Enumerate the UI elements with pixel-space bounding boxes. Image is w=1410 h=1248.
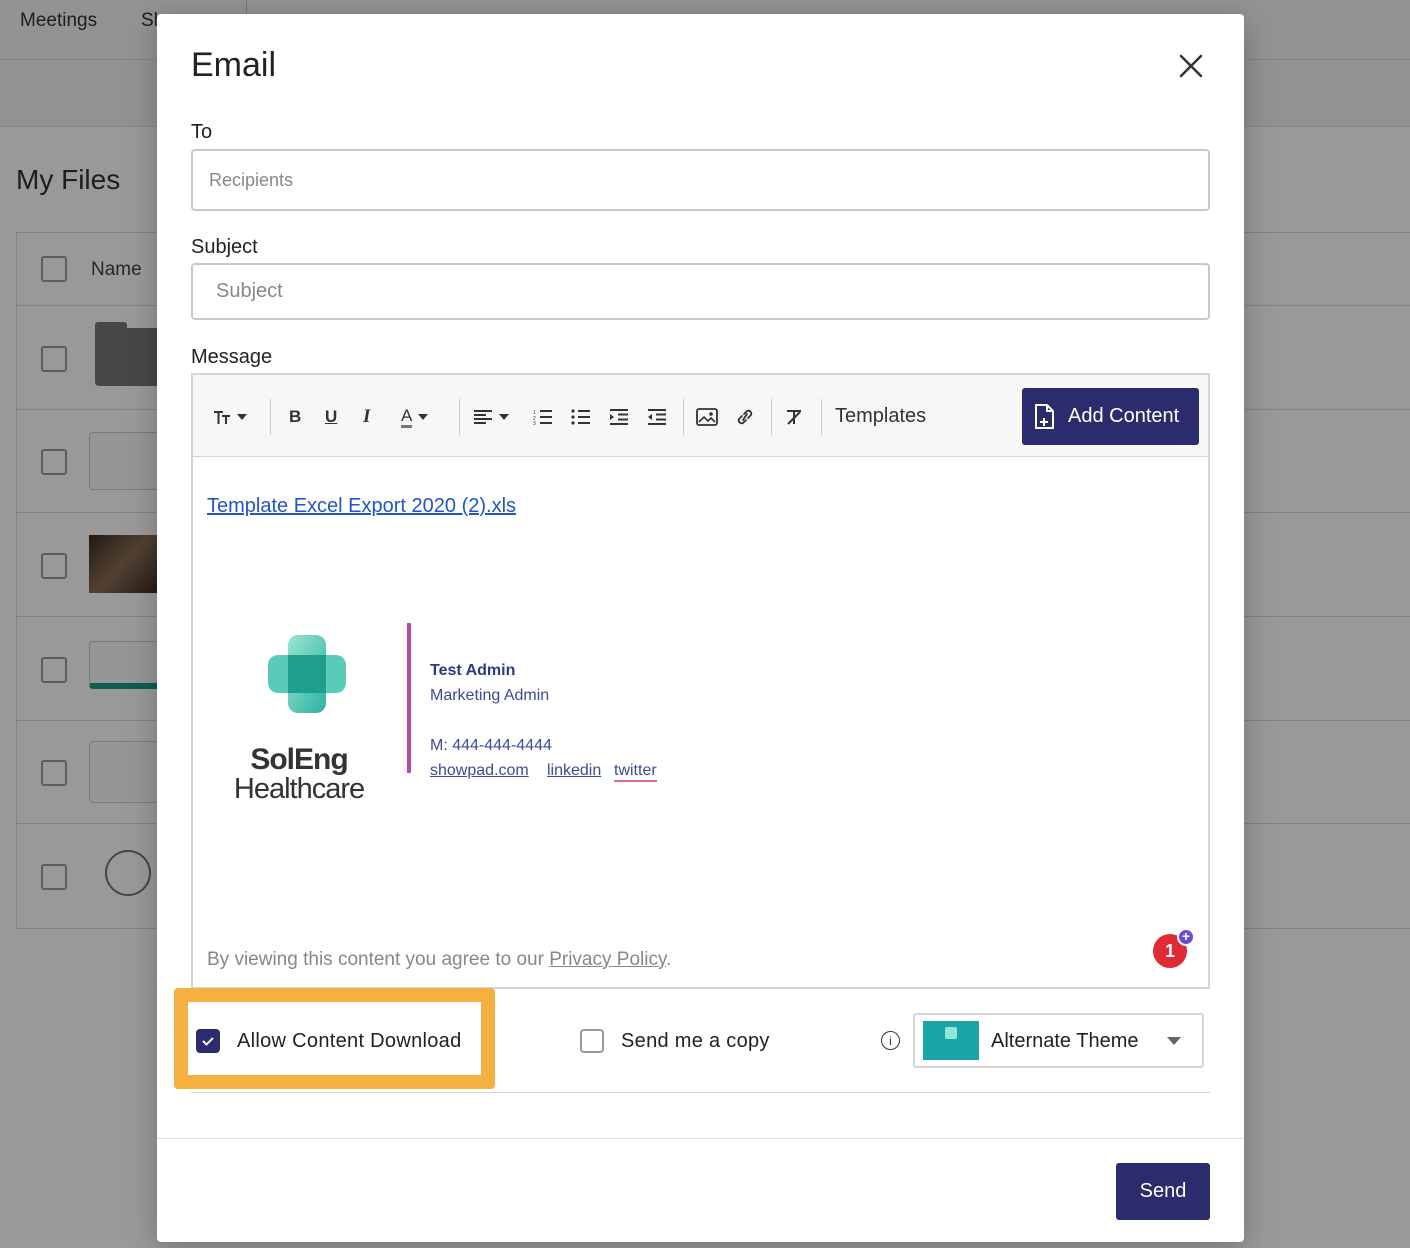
indent-icon (610, 409, 628, 425)
message-label: Message (191, 346, 273, 368)
send-button[interactable]: Send (1116, 1163, 1210, 1220)
clear-format-button[interactable] (784, 401, 804, 433)
privacy-prefix: By viewing this content you agree to our (207, 949, 550, 970)
signature-link-showpad[interactable]: showpad.com (430, 762, 529, 780)
clear-format-icon (787, 410, 801, 425)
privacy-suffix: . (666, 949, 672, 970)
add-content-button[interactable]: Add Content (1022, 388, 1199, 445)
align-button[interactable] (473, 401, 509, 433)
send-copy-checkbox[interactable] (580, 1029, 604, 1053)
message-editor[interactable]: B U I A 123 Templates Add Content Templa… (191, 373, 1210, 989)
editor-toolbar: B U I A 123 Templates Add Content (193, 375, 1208, 457)
ordered-list-icon: 123 (533, 410, 552, 425)
signature-name: Test Admin (430, 662, 516, 679)
subject-label: Subject (191, 236, 258, 258)
templates-button[interactable]: Templates (835, 405, 926, 428)
insert-link-button[interactable] (734, 401, 756, 433)
subject-input[interactable] (191, 263, 1210, 320)
add-content-label: Add Content (1068, 405, 1180, 427)
outdent-button[interactable] (647, 401, 667, 433)
text-color-button[interactable]: A (401, 401, 429, 433)
info-icon[interactable]: i (881, 1031, 900, 1050)
signature-role: Marketing Admin (430, 687, 550, 704)
bullet-list-button[interactable] (571, 401, 591, 433)
privacy-notice: By viewing this content you agree to our… (207, 949, 671, 971)
link-icon (737, 409, 753, 425)
align-left-icon (474, 410, 492, 424)
email-modal: Email To Subject Message B U I A 123 (157, 14, 1244, 1242)
outdent-icon (648, 409, 666, 425)
add-file-icon (1035, 403, 1054, 429)
font-size-button[interactable] (213, 401, 247, 433)
theme-selected-label: Alternate Theme (991, 1030, 1139, 1052)
text-color-icon: A (401, 406, 413, 428)
close-icon[interactable] (1173, 48, 1209, 84)
ordered-list-button[interactable]: 123 (533, 401, 553, 433)
font-size-icon (214, 411, 230, 424)
underline-button[interactable]: U (325, 401, 337, 433)
insert-image-button[interactable] (696, 401, 718, 433)
signature-link-twitter[interactable]: twitter (614, 762, 657, 782)
logo-line-1: SolEng (250, 743, 348, 776)
signature-link-linkedin[interactable]: linkedin (547, 762, 601, 780)
logo-line-2: Healthcare (233, 773, 365, 805)
privacy-policy-link[interactable]: Privacy Policy (549, 949, 666, 970)
allow-download-checkbox[interactable] (196, 1029, 220, 1053)
bullet-list-icon (571, 409, 590, 425)
allow-download-label: Allow Content Download (237, 1030, 462, 1052)
theme-select[interactable]: Alternate Theme (913, 1013, 1204, 1068)
chevron-down-icon (1167, 1037, 1181, 1045)
image-icon (696, 408, 718, 426)
footer-divider (157, 1138, 1244, 1139)
modal-title: Email (191, 46, 277, 84)
check-icon (202, 1037, 214, 1046)
indent-button[interactable] (609, 401, 629, 433)
theme-thumbnail (923, 1021, 979, 1060)
plus-icon: + (1177, 928, 1195, 946)
signature-divider (407, 623, 411, 773)
signature-phone: M: 444-444-4444 (430, 737, 552, 754)
svg-text:3: 3 (533, 421, 536, 425)
send-copy-label: Send me a copy (621, 1030, 770, 1052)
recipients-input[interactable] (191, 149, 1210, 211)
to-label: To (191, 121, 213, 143)
options-divider (191, 1092, 1210, 1093)
bold-button[interactable]: B (289, 401, 301, 433)
italic-button[interactable]: I (363, 401, 370, 433)
attachment-link[interactable]: Template Excel Export 2020 (2).xls (207, 495, 516, 518)
